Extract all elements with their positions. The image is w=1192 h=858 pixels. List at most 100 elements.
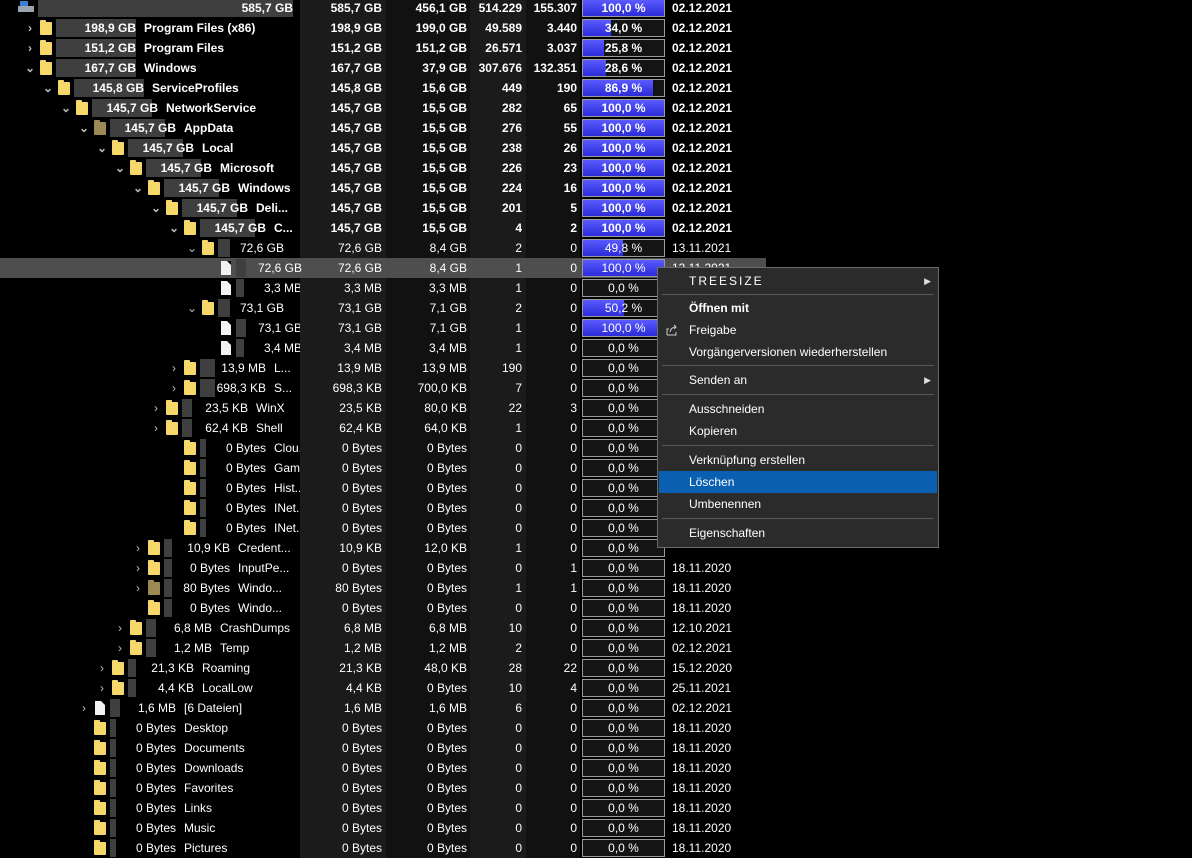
menu-item-properties[interactable]: Eigenschaften — [659, 522, 937, 544]
collapse-chevron-icon[interactable]: ⌄ — [78, 118, 90, 138]
expand-chevron-icon[interactable]: › — [96, 658, 108, 678]
table-row[interactable]: 0 Bytes Clou... 0 Bytes 0 Bytes 0 0 0,0 % — [0, 438, 766, 458]
collapse-chevron-icon[interactable]: ⌄ — [186, 238, 198, 258]
table-row[interactable]: 0 Bytes Windo... 0 Bytes 0 Bytes 0 0 0,0 % 18.1… — [0, 598, 766, 618]
table-row[interactable]: › 21,3 KB Roaming 21,3 KB 48,0 KB 28 22 0,0 % 15… — [0, 658, 766, 678]
collapse-chevron-icon[interactable]: ⌄ — [42, 78, 54, 98]
item-name: AppData — [184, 121, 234, 135]
menu-separator — [662, 445, 934, 446]
collapse-chevron-icon[interactable]: ⌄ — [96, 138, 108, 158]
table-row[interactable]: › 151,2 GB Program Files 151,2 GB 151,2 GB 26… — [0, 38, 766, 58]
table-row[interactable]: ⌄ 73,1 GB 73,1 GB 7,1 GB 2 0 50,2 % — [0, 298, 766, 318]
menu-item-rename[interactable]: Umbenennen — [659, 493, 937, 515]
collapse-chevron-icon[interactable]: ⌄ — [168, 218, 180, 238]
percent-label: 0,0 % — [608, 281, 639, 295]
collapse-chevron-icon[interactable]: ⌄ — [24, 58, 36, 78]
folder-icon — [112, 140, 124, 155]
expand-chevron-icon[interactable]: › — [114, 618, 126, 638]
collapse-chevron-icon[interactable]: ⌄ — [186, 298, 198, 318]
table-row[interactable]: › 10,9 KB Credent... 10,9 KB 12,0 KB 1 0 0,0 % — [0, 538, 766, 558]
tree-size-label: 0 Bytes — [135, 781, 176, 795]
collapse-chevron-icon[interactable]: ⌄ — [132, 178, 144, 198]
table-row[interactable]: 0 Bytes Hist... 0 Bytes 0 Bytes 0 0 0,0 % — [0, 478, 766, 498]
expand-chevron-icon[interactable]: › — [150, 418, 162, 438]
table-row[interactable]: 0 Bytes Pictures 0 Bytes 0 Bytes 0 0 0,0 % 18.1… — [0, 838, 766, 858]
size-cell: 4,4 KB — [300, 678, 386, 698]
table-row[interactable]: › 62,4 KB Shell 62,4 KB 64,0 KB 1 0 0,0 % — [0, 418, 766, 438]
table-row[interactable]: ⌄ 145,7 GB Deli... 145,7 GB 15,5 GB 201 5 100,0… — [0, 198, 766, 218]
percent-label: 0,0 % — [608, 721, 639, 735]
table-row[interactable]: 0 Bytes Gam... 0 Bytes 0 Bytes 0 0 0,0 % — [0, 458, 766, 478]
expand-chevron-icon[interactable]: › — [150, 398, 162, 418]
menu-item-open-with[interactable]: Öffnen mit — [659, 297, 937, 319]
table-row[interactable]: › 4,4 KB LocalLow 4,4 KB 0 Bytes 10 4 0,0 % 25.1… — [0, 678, 766, 698]
table-row[interactable]: ⌄ 145,7 GB Microsoft 145,7 GB 15,5 GB 226 23 10… — [0, 158, 766, 178]
expand-chevron-icon[interactable]: › — [168, 378, 180, 398]
table-row[interactable]: ⌄ 145,8 GB ServiceProfiles 145,8 GB 15,6 GB 4… — [0, 78, 766, 98]
percent-label: 0,0 % — [608, 641, 639, 655]
table-row[interactable]: 0 Bytes INet... 0 Bytes 0 Bytes 0 0 0,0 % — [0, 518, 766, 538]
table-row[interactable]: ⌄ 145,7 GB C... 145,7 GB 15,5 GB 4 2 100,0 % 02.… — [0, 218, 766, 238]
table-row[interactable]: ⌄ 145,7 GB Windows 145,7 GB 15,5 GB 224 16 100,… — [0, 178, 766, 198]
files-cell: 276 — [470, 118, 526, 138]
table-row[interactable]: 585,7 GBC:\585,7 GB456,1 GB514.229155.30… — [0, 0, 766, 18]
expand-chevron-icon[interactable]: › — [78, 698, 90, 718]
table-row[interactable]: 0 Bytes Documents 0 Bytes 0 Bytes 0 0 0,0 % 18.… — [0, 738, 766, 758]
menu-item-copy[interactable]: Kopieren — [659, 420, 937, 442]
tree-cell: ⌄ 145,7 GB Local — [0, 138, 300, 158]
table-row[interactable]: 0 Bytes INet... 0 Bytes 0 Bytes 0 0 0,0 % — [0, 498, 766, 518]
table-row[interactable]: › 80 Bytes Windo... 80 Bytes 0 Bytes 1 1 0,0 % 1… — [0, 578, 766, 598]
menu-item-share[interactable]: Freigabe — [659, 319, 937, 341]
table-row[interactable]: 0 Bytes Links 0 Bytes 0 Bytes 0 0 0,0 % 18.11.2… — [0, 798, 766, 818]
item-name: L... — [274, 361, 291, 375]
menu-item-delete[interactable]: Löschen — [659, 471, 937, 493]
percent-label: 49,8 % — [604, 241, 643, 255]
percent-label: 100,0 % — [601, 181, 646, 195]
table-row[interactable]: ⌄ 167,7 GB Windows 167,7 GB 37,9 GB 307.676 13… — [0, 58, 766, 78]
table-row[interactable]: 0 Bytes Favorites 0 Bytes 0 Bytes 0 0 0,0 % 18.… — [0, 778, 766, 798]
menu-item-treesize[interactable]: TREESIZE ▶ — [659, 270, 937, 292]
tree-size-label: 0 Bytes — [135, 721, 176, 735]
table-row[interactable]: › 0 Bytes InputPe... 0 Bytes 0 Bytes 0 1 0,0 % 1… — [0, 558, 766, 578]
table-row[interactable]: › 698,3 KB S... 698,3 KB 700,0 KB 7 0 0,0 % — [0, 378, 766, 398]
table-row[interactable]: › 13,9 MB L... 13,9 MB 13,9 MB 190 0 0,0 % — [0, 358, 766, 378]
menu-item-send-to[interactable]: Senden an ▶ — [659, 369, 937, 391]
menu-item-cut[interactable]: Ausschneiden — [659, 398, 937, 420]
expand-chevron-icon[interactable]: › — [132, 558, 144, 578]
tree-cell: ⌄ 72,6 GB — [0, 238, 300, 258]
table-row[interactable]: › 198,9 GB Program Files (x86) 198,9 GB 199,… — [0, 18, 766, 38]
folders-cell: 3.440 — [526, 18, 580, 38]
folder-icon — [166, 400, 178, 415]
expand-chevron-icon[interactable]: › — [96, 678, 108, 698]
expand-chevron-icon[interactable]: › — [24, 18, 36, 38]
expand-chevron-icon[interactable]: › — [24, 38, 36, 58]
table-row[interactable]: 0 Bytes Desktop 0 Bytes 0 Bytes 0 0 0,0 % 18.11… — [0, 718, 766, 738]
table-row[interactable]: 73,1 GB 73,1 GB 7,1 GB 1 0 100,0 % — [0, 318, 766, 338]
menu-item-create-shortcut[interactable]: Verknüpfung erstellen — [659, 449, 937, 471]
expand-chevron-icon[interactable]: › — [132, 538, 144, 558]
table-row[interactable]: ⌄ 145,7 GB Local 145,7 GB 15,5 GB 238 26 100,0 … — [0, 138, 766, 158]
table-row[interactable]: › 6,8 MB CrashDumps 6,8 MB 6,8 MB 10 0 0,0 % 12.… — [0, 618, 766, 638]
collapse-chevron-icon[interactable]: ⌄ — [150, 198, 162, 218]
table-row[interactable]: 0 Bytes Music 0 Bytes 0 Bytes 0 0 0,0 % 18.11.2… — [0, 818, 766, 838]
table-row[interactable]: 72,6 GB72,6 GB8,4 GB10100,0 %13.11.2021 — [0, 258, 766, 278]
table-row[interactable]: 3,4 MB 3,4 MB 3,4 MB 1 0 0,0 % — [0, 338, 766, 358]
collapse-chevron-icon[interactable]: ⌄ — [114, 158, 126, 178]
table-row[interactable]: › 1,2 MB Temp 1,2 MB 1,2 MB 2 0 0,0 % 02.12.2021 — [0, 638, 766, 658]
table-row[interactable]: › 23,5 KB WinX 23,5 KB 80,0 KB 22 3 0,0 % — [0, 398, 766, 418]
expand-chevron-icon[interactable]: › — [132, 578, 144, 598]
table-row[interactable]: 0 Bytes Downloads 0 Bytes 0 Bytes 0 0 0,0 % 18.… — [0, 758, 766, 778]
collapse-chevron-icon[interactable]: ⌄ — [60, 98, 72, 118]
table-row[interactable]: 3,3 MB 3,3 MB 3,3 MB 1 0 0,0 % — [0, 278, 766, 298]
expand-chevron-icon[interactable]: › — [114, 638, 126, 658]
table-row[interactable]: ⌄ 145,7 GB AppData 145,7 GB 15,5 GB 276 55 100,… — [0, 118, 766, 138]
table-row[interactable]: ⌄ 72,6 GB 72,6 GB 8,4 GB 2 0 49,8 % 13.11.2021 — [0, 238, 766, 258]
expand-chevron-icon[interactable]: › — [168, 358, 180, 378]
percent-label: 0,0 % — [608, 401, 639, 415]
table-row[interactable]: › 1,6 MB [6 Dateien] 1,6 MB 1,6 MB 6 0 0,0 % 02.… — [0, 698, 766, 718]
folder-icon — [184, 460, 196, 475]
table-row[interactable]: ⌄ 145,7 GB NetworkService 145,7 GB 15,5 GB 28… — [0, 98, 766, 118]
percent-label: 34,0 % — [604, 21, 643, 35]
percent-label: 100,0 % — [601, 261, 646, 275]
menu-item-restore-previous[interactable]: Vorgängerversionen wiederherstellen — [659, 341, 937, 363]
